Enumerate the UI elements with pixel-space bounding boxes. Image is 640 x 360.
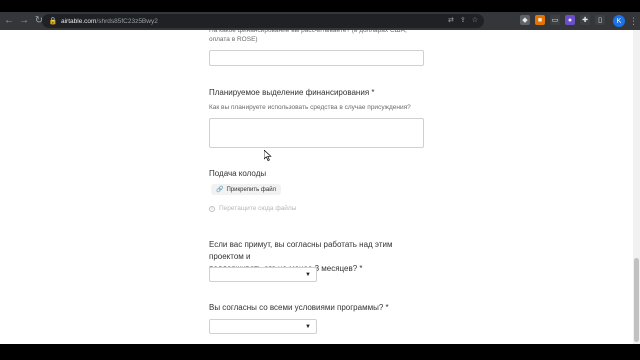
scrollbar-thumb[interactable] — [634, 258, 639, 342]
lock-icon[interactable]: 🔒 — [48, 16, 58, 26]
attach-file-button[interactable]: 🔗 Прикрепить файл — [211, 184, 282, 195]
share-icon[interactable]: ⇪ — [460, 16, 466, 26]
terms-label-text: Вы согласны со всеми условиями программы… — [209, 303, 384, 312]
screen-extension-icon[interactable]: ▭ — [550, 15, 560, 25]
browser-menu-icon[interactable]: ⋮ — [629, 15, 638, 27]
funding-amount-input[interactable] — [209, 50, 424, 66]
address-bar[interactable]: 🔒 airtable.com/shrds85fC23z5Bwy2 ⇄ ⇪ ☆ — [42, 14, 484, 28]
forward-arrow-icon[interactable]: → — [18, 15, 30, 27]
bookmark-star-icon[interactable]: ☆ — [472, 16, 478, 26]
allocation-textarea[interactable] — [209, 118, 424, 148]
page-scrollbar[interactable] — [633, 30, 640, 344]
required-mark: * — [359, 264, 363, 273]
mouse-cursor-icon — [264, 150, 272, 161]
caret-down-icon: ▼ — [305, 271, 311, 278]
drop-zone[interactable]: i Перетащите сюда файлы — [209, 205, 296, 212]
profile-avatar[interactable]: K — [613, 15, 625, 27]
commitment-label-line1: Если вас примут, вы согласны работать на… — [209, 240, 393, 261]
commitment-select[interactable]: ▼ — [209, 267, 317, 282]
purple-extension-icon[interactable]: ● — [565, 15, 575, 25]
page-viewport: На какое финансирование вы рассчитываете… — [0, 30, 640, 344]
puzzle-extensions-icon[interactable]: ✚ — [580, 15, 590, 25]
drop-hint-text: Перетащите сюда файлы — [219, 205, 297, 212]
browser-toolbar: ← → ↻ 🔒 airtable.com/shrds85fC23z5Bwy2 ⇄… — [0, 12, 640, 30]
allocation-description: Как вы планируете использовать средства … — [209, 104, 411, 111]
url-path: /shrds85fC23z5Bwy2 — [96, 17, 158, 25]
caret-down-icon: ▼ — [305, 323, 311, 330]
deck-label: Подача колоды — [209, 169, 267, 178]
funding-question-partial: На какое финансирование вы рассчитываете… — [209, 30, 407, 43]
terms-select[interactable]: ▼ — [209, 319, 317, 334]
paperclip-icon: 🔗 — [216, 187, 224, 193]
url-text[interactable]: airtable.com/shrds85fC23z5Bwy2 — [61, 18, 158, 25]
allocation-label-text: Планируемое выделение финансирования — [209, 88, 370, 97]
shield-extension-icon[interactable]: ◆ — [520, 15, 530, 25]
required-mark: * — [371, 88, 375, 97]
allocation-label: Планируемое выделение финансирования * — [209, 87, 429, 98]
back-arrow-icon[interactable]: ← — [3, 15, 15, 27]
url-host: airtable.com — [61, 17, 97, 25]
attach-file-label: Прикрепить файл — [226, 186, 277, 193]
sidebar-panel-icon[interactable]: ▯ — [595, 15, 605, 25]
translate-icon[interactable]: ⇄ — [448, 16, 454, 26]
info-icon: i — [209, 205, 215, 212]
terms-label: Вы согласны со всеми условиями программы… — [209, 302, 429, 313]
required-mark: * — [385, 303, 389, 312]
orange-extension-icon[interactable]: ■ — [535, 15, 545, 25]
